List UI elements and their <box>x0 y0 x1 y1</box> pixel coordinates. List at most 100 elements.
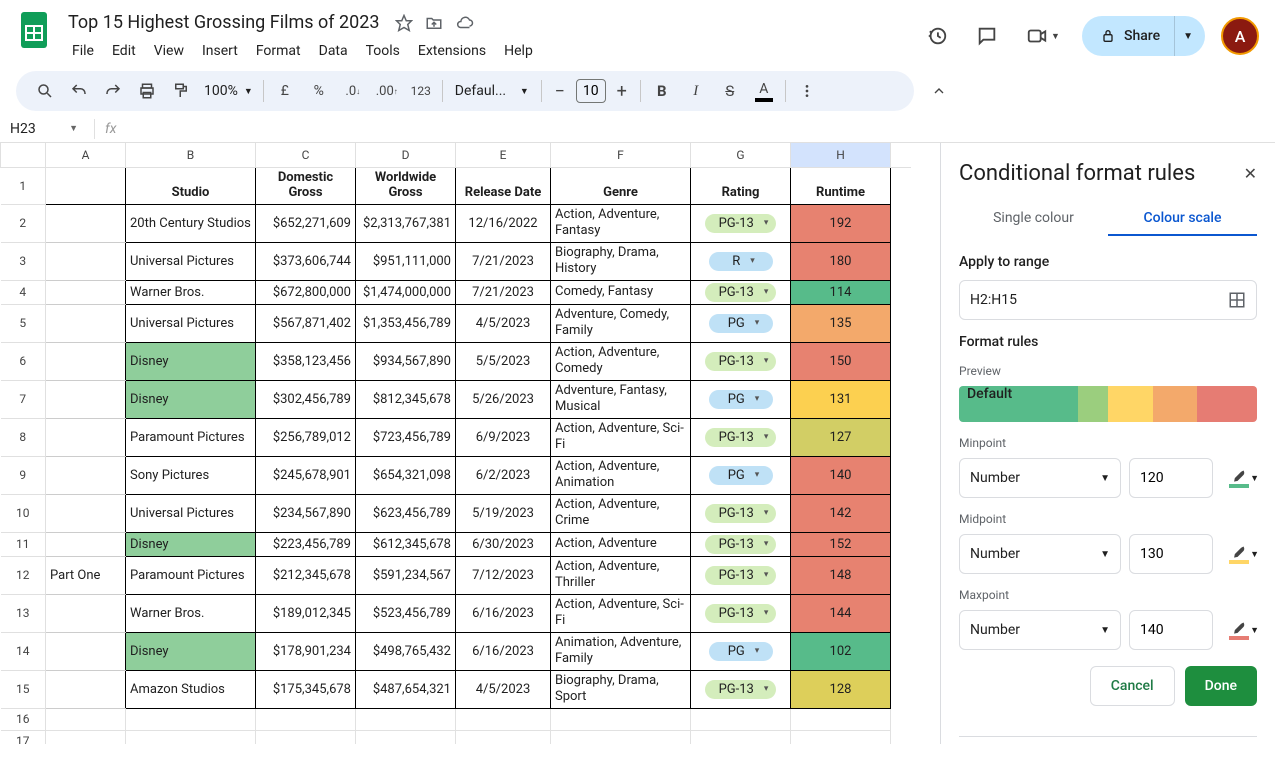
rating-chip[interactable]: PG-13 <box>705 680 777 699</box>
header-cell[interactable]: DomesticGross <box>256 167 356 204</box>
cell[interactable]: Biography, Drama, History <box>551 242 691 280</box>
row-header-9[interactable]: 9 <box>1 456 46 494</box>
row-header-13[interactable]: 13 <box>1 594 46 632</box>
cell[interactable]: $256,789,012 <box>256 418 356 456</box>
undo-icon[interactable] <box>64 76 94 106</box>
cell[interactable] <box>456 730 551 744</box>
cell[interactable]: $175,345,678 <box>256 670 356 708</box>
cell[interactable]: Biography, Drama, Sport <box>551 670 691 708</box>
cell[interactable]: Action, Adventure, Crime <box>551 494 691 532</box>
cell[interactable] <box>356 730 456 744</box>
cell[interactable]: PG-13 <box>691 418 791 456</box>
cell[interactable]: 131 <box>791 380 891 418</box>
cell[interactable] <box>791 730 891 744</box>
cell[interactable]: 102 <box>791 632 891 670</box>
cell[interactable]: $234,567,890 <box>256 494 356 532</box>
preview-bar[interactable]: Default <box>959 386 1257 422</box>
cell[interactable]: $212,345,678 <box>256 556 356 594</box>
percent-icon[interactable]: % <box>304 76 334 106</box>
cell[interactable] <box>46 594 126 632</box>
zoom-select[interactable]: 100%▼ <box>200 83 257 99</box>
cell[interactable]: Action, Adventure, Fantasy <box>551 204 691 242</box>
rating-chip[interactable]: PG <box>709 390 773 409</box>
currency-icon[interactable]: £ <box>270 76 300 106</box>
cell[interactable] <box>46 342 126 380</box>
cell[interactable]: PG-13 <box>691 494 791 532</box>
cell[interactable]: $487,654,321 <box>356 670 456 708</box>
menu-help[interactable]: Help <box>496 39 541 63</box>
share-dropdown[interactable]: ▼ <box>1174 16 1205 56</box>
cell[interactable]: PG-13 <box>691 342 791 380</box>
maxpoint-value-input[interactable] <box>1129 610 1213 650</box>
cell[interactable]: Warner Bros. <box>126 280 256 304</box>
cell[interactable]: PG <box>691 456 791 494</box>
menu-extensions[interactable]: Extensions <box>410 39 494 63</box>
cell[interactable]: 140 <box>791 456 891 494</box>
cell[interactable] <box>691 708 791 730</box>
rating-chip[interactable]: PG-13 <box>705 566 777 585</box>
cell[interactable]: 180 <box>791 242 891 280</box>
col-header-F[interactable]: F <box>551 143 691 167</box>
col-header-E[interactable]: E <box>456 143 551 167</box>
row-header-17[interactable]: 17 <box>1 730 46 744</box>
rating-chip[interactable]: PG <box>709 314 773 333</box>
more-icon[interactable] <box>792 76 822 106</box>
cell[interactable] <box>46 242 126 280</box>
cell[interactable]: 152 <box>791 532 891 556</box>
row-header-7[interactable]: 7 <box>1 380 46 418</box>
cell[interactable]: 6/16/2023 <box>456 594 551 632</box>
cell[interactable]: $302,456,789 <box>256 380 356 418</box>
cell[interactable]: Paramount Pictures <box>126 556 256 594</box>
tab-colour-scale[interactable]: Colour scale <box>1108 202 1257 236</box>
cell[interactable]: PG <box>691 304 791 342</box>
cell[interactable]: $189,012,345 <box>256 594 356 632</box>
cell[interactable]: $178,901,234 <box>256 632 356 670</box>
row-header-12[interactable]: 12 <box>1 556 46 594</box>
rating-chip[interactable]: PG-13 <box>705 504 777 523</box>
spreadsheet-grid[interactable]: ABCDEFGH1StudioDomesticGrossWorldwideGro… <box>0 143 940 744</box>
cell[interactable]: 192 <box>791 204 891 242</box>
midpoint-type-select[interactable]: Number▼ <box>959 534 1121 574</box>
cell[interactable]: 12/16/2022 <box>456 204 551 242</box>
cell[interactable]: $612,345,678 <box>356 532 456 556</box>
maxpoint-color-picker[interactable]: ▼ <box>1221 621 1257 640</box>
cell[interactable]: 6/9/2023 <box>456 418 551 456</box>
dec-decrease-icon[interactable]: .0↓ <box>338 76 368 106</box>
cell[interactable]: PG-13 <box>691 532 791 556</box>
cell[interactable]: $498,765,432 <box>356 632 456 670</box>
meet-icon[interactable]: ▼ <box>1020 19 1066 53</box>
cell[interactable] <box>46 280 126 304</box>
cell[interactable] <box>126 708 256 730</box>
menu-file[interactable]: File <box>64 39 102 63</box>
header-cell[interactable]: WorldwideGross <box>356 167 456 204</box>
dec-increase-icon[interactable]: .00↑ <box>372 76 402 106</box>
cell[interactable] <box>46 632 126 670</box>
cell[interactable]: $812,345,678 <box>356 380 456 418</box>
cell[interactable]: PG-13 <box>691 594 791 632</box>
header-cell[interactable]: Studio <box>126 167 256 204</box>
doc-title[interactable]: Top 15 Highest Grossing Films of 2023 <box>64 10 383 35</box>
row-header-16[interactable]: 16 <box>1 708 46 730</box>
cell[interactable]: 5/5/2023 <box>456 342 551 380</box>
cell[interactable]: 20th Century Studios <box>126 204 256 242</box>
strike-icon[interactable]: S <box>715 76 745 106</box>
header-cell[interactable]: Rating <box>691 167 791 204</box>
cell[interactable]: $654,321,098 <box>356 456 456 494</box>
share-button[interactable]: Share ▼ <box>1082 16 1205 56</box>
cell[interactable]: $934,567,890 <box>356 342 456 380</box>
cell[interactable]: Disney <box>126 342 256 380</box>
row-header-15[interactable]: 15 <box>1 670 46 708</box>
paint-format-icon[interactable] <box>166 76 196 106</box>
row-header-10[interactable]: 10 <box>1 494 46 532</box>
cell[interactable]: PG-13 <box>691 670 791 708</box>
cell[interactable]: Paramount Pictures <box>126 418 256 456</box>
cell[interactable] <box>356 708 456 730</box>
col-header-H[interactable]: H <box>791 143 891 167</box>
more-formats-icon[interactable]: 123 <box>406 76 436 106</box>
rating-chip[interactable]: PG <box>709 642 773 661</box>
menu-edit[interactable]: Edit <box>104 39 144 63</box>
rating-chip[interactable]: PG <box>709 466 773 485</box>
cell[interactable] <box>551 708 691 730</box>
close-icon[interactable]: ✕ <box>1244 164 1257 183</box>
cell[interactable]: Part One <box>46 556 126 594</box>
